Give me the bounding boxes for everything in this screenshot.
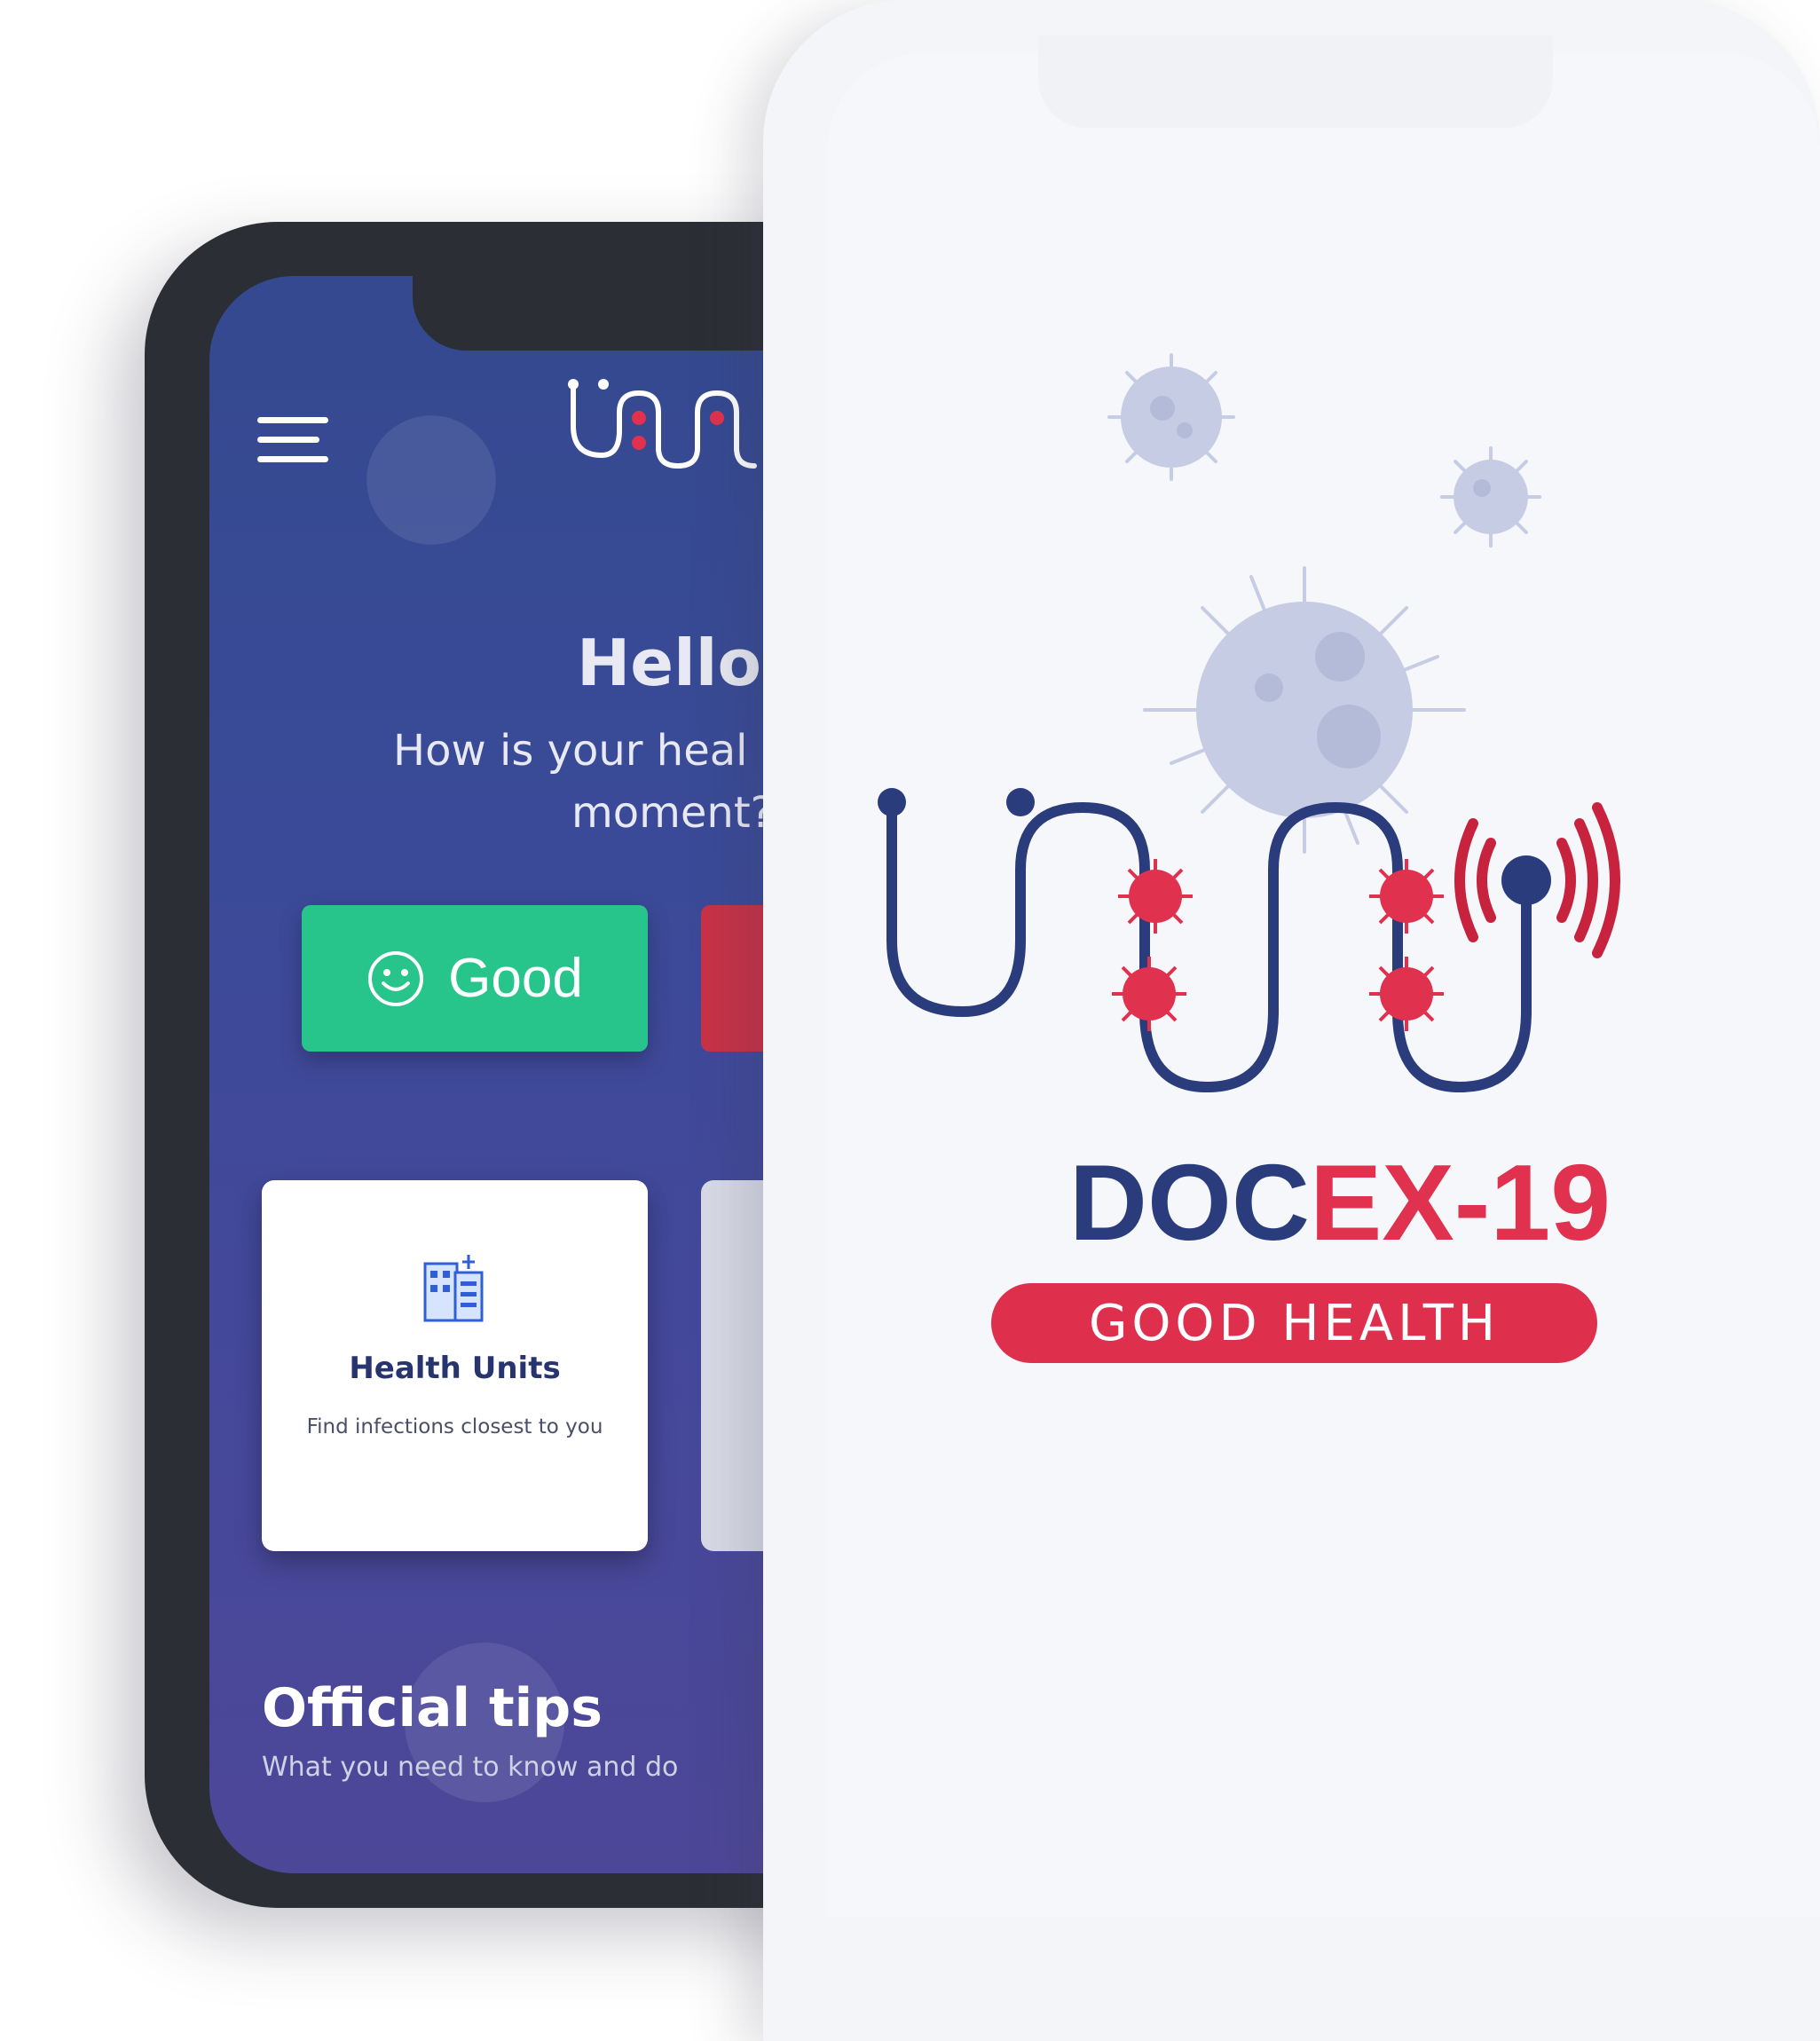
official-tips-heading: Official tips [262,1677,603,1739]
health-question-line-1: How is your heal [393,726,748,776]
health-units-description: Find infections closest to you [306,1415,603,1438]
tagline-badge: GOOD HEALTH [991,1283,1597,1363]
menu-icon[interactable] [257,417,328,470]
brand-name-part-2: EX-19 [1310,1142,1611,1263]
smiley-icon [368,950,424,1006]
tagline-text: GOOD HEALTH [1088,1294,1501,1352]
health-units-card[interactable]: Health Units Find infections closest to … [262,1180,648,1551]
front-phone-notch [1038,35,1553,128]
hospital-buildings-icon [423,1255,484,1322]
health-question-line-2: moment? [571,788,774,838]
good-button[interactable]: Good [302,905,648,1052]
brand-name: DOCEX-19 [941,1145,1739,1260]
good-button-label: Good [448,948,583,1009]
official-tips-subtitle: What you need to know and do [262,1752,679,1783]
background-virus-icon [366,415,496,545]
stethoscope-logo-icon [878,788,1620,1093]
brand-name-part-1: DOC [1068,1142,1311,1263]
health-units-title: Health Units [349,1351,561,1386]
app-header-logo-icon [568,379,757,469]
greeting-heading: Hello, [577,626,786,700]
